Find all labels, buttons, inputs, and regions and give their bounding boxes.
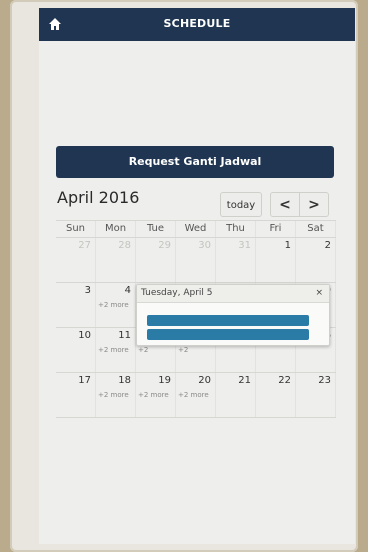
- day-cell[interactable]: 10: [56, 328, 96, 372]
- day-cell[interactable]: 29: [136, 238, 176, 282]
- more-events-link[interactable]: +2 more: [98, 391, 129, 400]
- weekday-label: Wed: [176, 221, 216, 237]
- weekday-label: Sun: [56, 221, 96, 237]
- day-number: 18: [118, 375, 131, 386]
- day-cell[interactable]: 22: [256, 373, 296, 417]
- calendar-month-title: April 2016: [57, 188, 140, 207]
- day-number: 28: [118, 240, 131, 251]
- day-cell[interactable]: 28: [96, 238, 136, 282]
- day-number: 22: [278, 375, 291, 386]
- day-number: 21: [238, 375, 251, 386]
- today-button[interactable]: today: [220, 192, 262, 217]
- popover-title: Tuesday, April 5: [141, 288, 213, 298]
- day-number: 19: [158, 375, 171, 386]
- day-number: 29: [158, 240, 171, 251]
- day-cell[interactable]: 18 +2 more: [96, 373, 136, 417]
- day-cell[interactable]: 30: [176, 238, 216, 282]
- weekday-label: Sat: [296, 221, 336, 237]
- day-cell[interactable]: 23: [296, 373, 336, 417]
- day-cell[interactable]: 3: [56, 283, 96, 327]
- event-bar[interactable]: [147, 329, 309, 340]
- day-cell[interactable]: 11 +2 more: [96, 328, 136, 372]
- more-events-link[interactable]: +2: [178, 346, 188, 355]
- day-number: 3: [84, 285, 91, 296]
- phone-bezel: SCHEDULE Request Ganti Jadwal April 2016…: [10, 0, 358, 552]
- day-number: 23: [318, 375, 331, 386]
- day-number: 4: [124, 285, 131, 296]
- prev-month-button[interactable]: <: [270, 192, 300, 217]
- more-events-link[interactable]: +2 more: [138, 391, 169, 400]
- day-number: 20: [198, 375, 211, 386]
- more-events-link[interactable]: +2 more: [178, 391, 209, 400]
- more-events-link[interactable]: +2 more: [98, 301, 129, 310]
- day-cell[interactable]: 19 +2 more: [136, 373, 176, 417]
- page-title: SCHEDULE: [163, 17, 231, 30]
- day-number: 2: [324, 240, 331, 251]
- day-number: 11: [118, 330, 131, 341]
- day-cell[interactable]: 31: [216, 238, 256, 282]
- day-cell[interactable]: 4 +2 more: [96, 283, 136, 327]
- week-row: 17 18 +2 more 19 +2 more 20 +2 more 21 22 23: [56, 373, 336, 418]
- app-screen: SCHEDULE Request Ganti Jadwal April 2016…: [39, 8, 355, 544]
- request-schedule-change-button[interactable]: Request Ganti Jadwal: [56, 146, 334, 178]
- week-row: 27 28 29 30 31 1 2: [56, 238, 336, 283]
- top-bar: SCHEDULE: [39, 8, 355, 41]
- weekday-label: Mon: [96, 221, 136, 237]
- more-events-link[interactable]: +2: [138, 346, 148, 355]
- day-cell[interactable]: 1: [256, 238, 296, 282]
- event-bar[interactable]: [147, 315, 309, 326]
- day-number: 10: [78, 330, 91, 341]
- day-number: 1: [284, 240, 291, 251]
- day-number: 31: [238, 240, 251, 251]
- day-cell[interactable]: 27: [56, 238, 96, 282]
- weekday-label: Fri: [256, 221, 296, 237]
- day-cell[interactable]: 20 +2 more: [176, 373, 216, 417]
- weekday-label: Thu: [216, 221, 256, 237]
- more-events-link[interactable]: +2 more: [98, 346, 129, 355]
- next-month-button[interactable]: >: [299, 192, 329, 217]
- day-number: 27: [78, 240, 91, 251]
- day-cell[interactable]: 21: [216, 373, 256, 417]
- day-events-popover: Tuesday, April 5 ×: [136, 284, 330, 346]
- weekday-label: Tue: [136, 221, 176, 237]
- weekday-header-row: Sun Mon Tue Wed Thu Fri Sat: [56, 221, 336, 238]
- day-number: 17: [78, 375, 91, 386]
- day-cell[interactable]: 17: [56, 373, 96, 417]
- day-cell[interactable]: 2: [296, 238, 336, 282]
- popover-header: Tuesday, April 5 ×: [137, 285, 329, 303]
- close-icon[interactable]: ×: [315, 285, 323, 302]
- day-number: 30: [198, 240, 211, 251]
